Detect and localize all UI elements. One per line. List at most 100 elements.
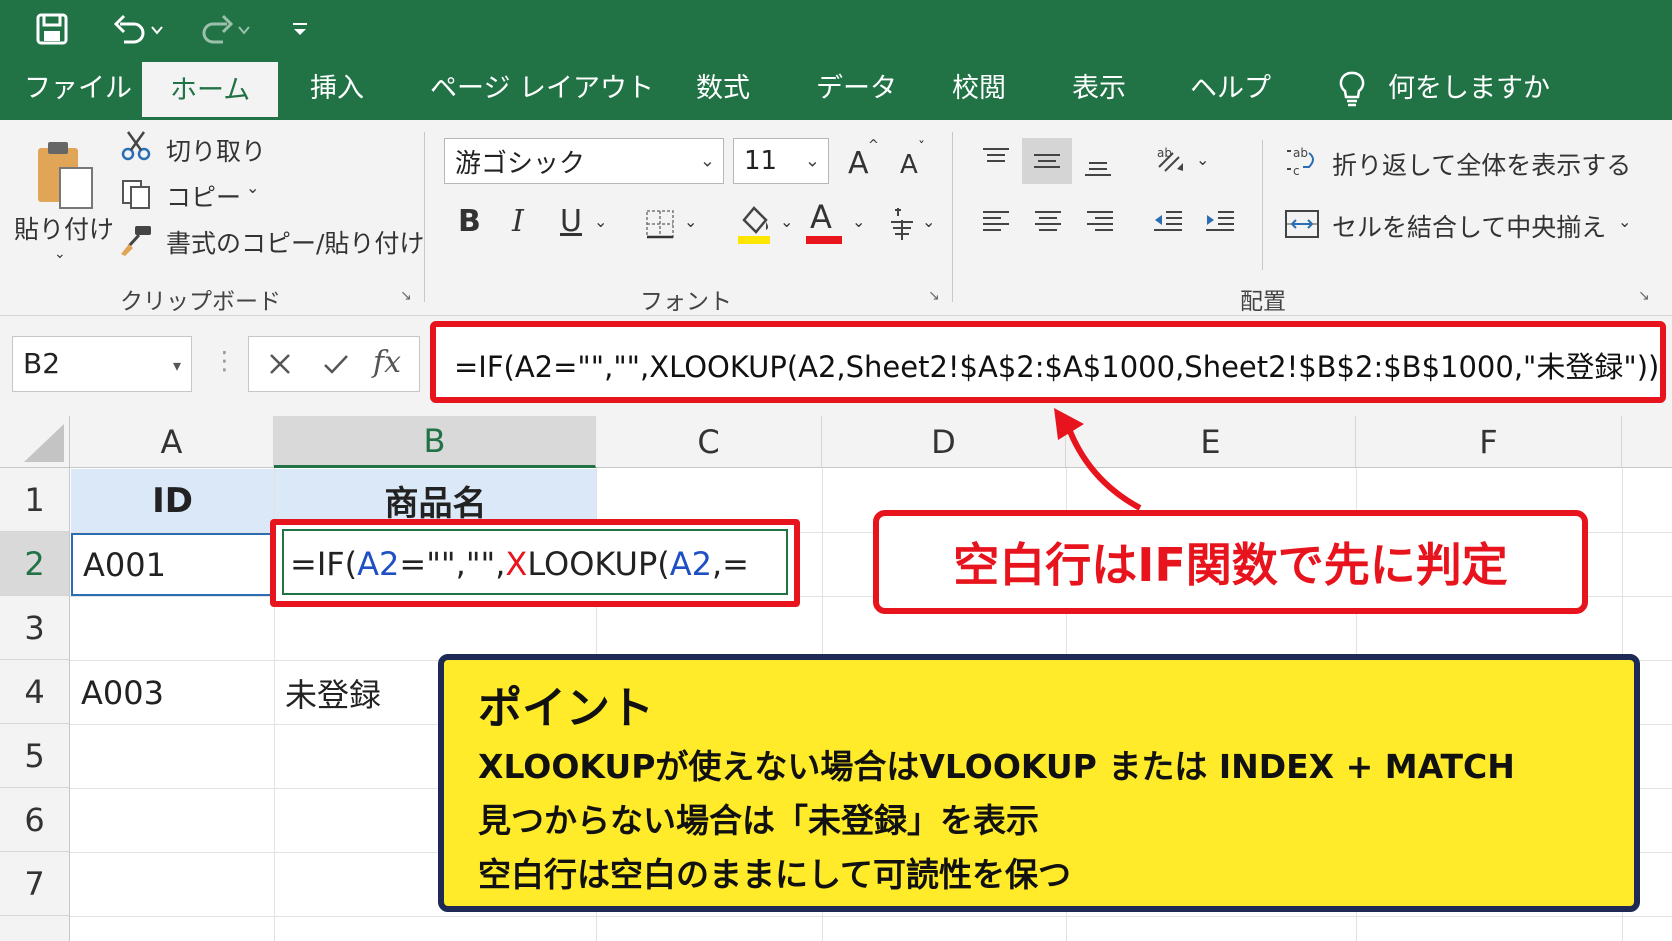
increase-indent-icon[interactable] [1202, 204, 1238, 240]
excel-window: ファイル ホーム 挿入 ページ レイアウト 数式 データ 校閲 表示 ヘルプ 何… [0, 0, 1672, 941]
format-painter-icon [118, 222, 154, 258]
tell-me-search[interactable]: 何をしますか [1388, 58, 1550, 120]
underline-button[interactable]: U [560, 204, 582, 239]
fill-color-chevron-icon[interactable]: ⌄ [780, 212, 793, 231]
undo-icon[interactable] [108, 8, 168, 50]
row-header[interactable] [0, 916, 70, 941]
tab-review[interactable]: 校閲 [952, 58, 1006, 120]
orientation-icon[interactable]: ab [1150, 140, 1190, 180]
drag-handle-icon[interactable]: ⋮ [212, 346, 237, 375]
customize-icon[interactable] [285, 8, 315, 50]
lightbulb-icon [1332, 68, 1372, 110]
row-header[interactable]: 1 [0, 468, 70, 532]
callout-box: 空白行はIF関数で先に判定 [873, 510, 1588, 614]
wrap-text-button[interactable]: 折り返して全体を表示する [1332, 146, 1631, 182]
merge-center-button[interactable]: セルを結合して中央揃え [1332, 208, 1606, 244]
align-center-icon[interactable] [1030, 204, 1066, 240]
column-header[interactable] [1622, 416, 1672, 468]
wrap-text-icon[interactable]: ab c [1282, 142, 1322, 182]
orientation-chevron-icon[interactable]: ⌄ [1196, 150, 1209, 169]
group-separator [952, 132, 953, 302]
formula-part: ,= [711, 545, 749, 583]
tab-home[interactable]: ホーム [142, 62, 279, 120]
formula-input[interactable]: =IF(A2="","",XLOOKUP(A2,Sheet2!$A$2:$A$1… [430, 321, 1666, 403]
cut-button[interactable]: 切り取り [166, 132, 266, 168]
font-color-chevron-icon[interactable]: ⌄ [852, 212, 865, 231]
shrink-font-button[interactable]: A [900, 150, 918, 180]
cell-a2[interactable]: A001 [71, 533, 274, 596]
grow-font-button[interactable]: A [848, 146, 869, 181]
cell-b2-formula: =IF(A2 ="","", X LOOKUP(A2 ,= [290, 531, 749, 597]
tab-data[interactable]: データ [816, 58, 897, 120]
font-color-swatch [806, 236, 842, 244]
align-top-icon[interactable] [978, 142, 1014, 178]
tab-formulas[interactable]: 数式 [696, 58, 750, 120]
tab-view[interactable]: 表示 [1072, 58, 1126, 120]
align-left-icon[interactable] [978, 204, 1014, 240]
column-header[interactable]: B [274, 416, 596, 468]
bold-button[interactable]: B [458, 204, 481, 239]
italic-button[interactable]: I [512, 204, 524, 239]
font-name-value: 游ゴシック [455, 148, 586, 179]
merge-chevron-icon[interactable]: ⌄ [1618, 212, 1631, 231]
borders-icon[interactable] [640, 204, 680, 244]
font-name-combo[interactable]: 游ゴシック ⌄ [444, 138, 724, 184]
enter-check-icon[interactable] [319, 347, 353, 381]
row-header[interactable]: 2 [0, 532, 70, 596]
row-header[interactable]: 3 [0, 596, 70, 660]
font-color-button[interactable]: A [810, 198, 832, 236]
row-header[interactable]: 4 [0, 660, 70, 724]
group-separator [424, 132, 425, 302]
column-header[interactable]: F [1356, 416, 1622, 468]
phonetic-chevron-icon[interactable]: ⌄ [922, 212, 935, 231]
row-header[interactable]: 5 [0, 724, 70, 788]
group-separator [1262, 140, 1263, 270]
cancel-icon[interactable] [263, 347, 297, 381]
tab-help[interactable]: ヘルプ [1190, 58, 1271, 120]
insert-function-button[interactable]: fx [373, 345, 401, 380]
copy-button[interactable]: コピー [166, 178, 241, 214]
active-cell-b2[interactable]: =IF(A2 ="","", X LOOKUP(A2 ,= [270, 519, 800, 607]
row-header[interactable]: 7 [0, 852, 70, 916]
align-middle-icon[interactable] [1022, 138, 1072, 184]
decrease-indent-icon[interactable] [1150, 204, 1186, 240]
alignment-group-label: 配置 [1240, 289, 1286, 315]
copy-chevron-icon[interactable]: ⌄ [246, 178, 259, 197]
redo-icon[interactable] [195, 8, 255, 50]
save-icon[interactable] [30, 8, 74, 50]
tab-page-layout[interactable]: ページ レイアウト [430, 58, 654, 120]
svg-text:ab: ab [1293, 146, 1308, 160]
format-painter-button[interactable]: 書式のコピー/貼り付け [166, 224, 424, 260]
ribbon: 貼り付け ⌄ 切り取り コピー ⌄ 書式のコピー/貼り付け クリップボード ↘ … [0, 120, 1672, 316]
cell-a1[interactable]: ID [71, 469, 274, 532]
caret-up-icon: ^ [868, 138, 879, 153]
dialog-launcher-icon[interactable]: ↘ [928, 288, 940, 304]
dialog-launcher-icon[interactable]: ↘ [1638, 288, 1650, 304]
paste-chevron-icon[interactable]: ⌄ [54, 246, 66, 262]
name-box[interactable]: B2 ▾ [12, 336, 192, 392]
font-size-value: 11 [744, 146, 778, 176]
cell-a4[interactable]: A003 [71, 661, 274, 724]
phonetic-guide-icon[interactable] [884, 204, 920, 244]
row-header[interactable]: 6 [0, 788, 70, 852]
underline-chevron-icon[interactable]: ⌄ [594, 212, 607, 231]
chevron-down-icon: ▾ [172, 356, 181, 375]
font-size-combo[interactable]: 11 ⌄ [733, 138, 829, 184]
paste-icon[interactable] [30, 136, 98, 216]
merge-center-icon[interactable] [1282, 204, 1322, 244]
column-header[interactable]: C [596, 416, 822, 468]
paste-button[interactable]: 貼り付け [14, 210, 114, 246]
point-line: 空白行は空白のままにして可読性を保つ [478, 855, 1072, 894]
formula-part: LOOKUP( [527, 545, 670, 583]
select-all-corner[interactable] [0, 416, 70, 468]
align-right-icon[interactable] [1082, 204, 1118, 240]
column-header[interactable]: D [822, 416, 1066, 468]
fill-color-icon[interactable] [732, 200, 776, 248]
borders-chevron-icon[interactable]: ⌄ [684, 212, 697, 231]
title-bar [0, 0, 1672, 58]
tab-file[interactable]: ファイル [24, 58, 132, 120]
align-bottom-icon[interactable] [1080, 146, 1116, 182]
dialog-launcher-icon[interactable]: ↘ [400, 288, 412, 304]
column-header[interactable]: A [70, 416, 274, 468]
tab-insert[interactable]: 挿入 [310, 58, 364, 120]
